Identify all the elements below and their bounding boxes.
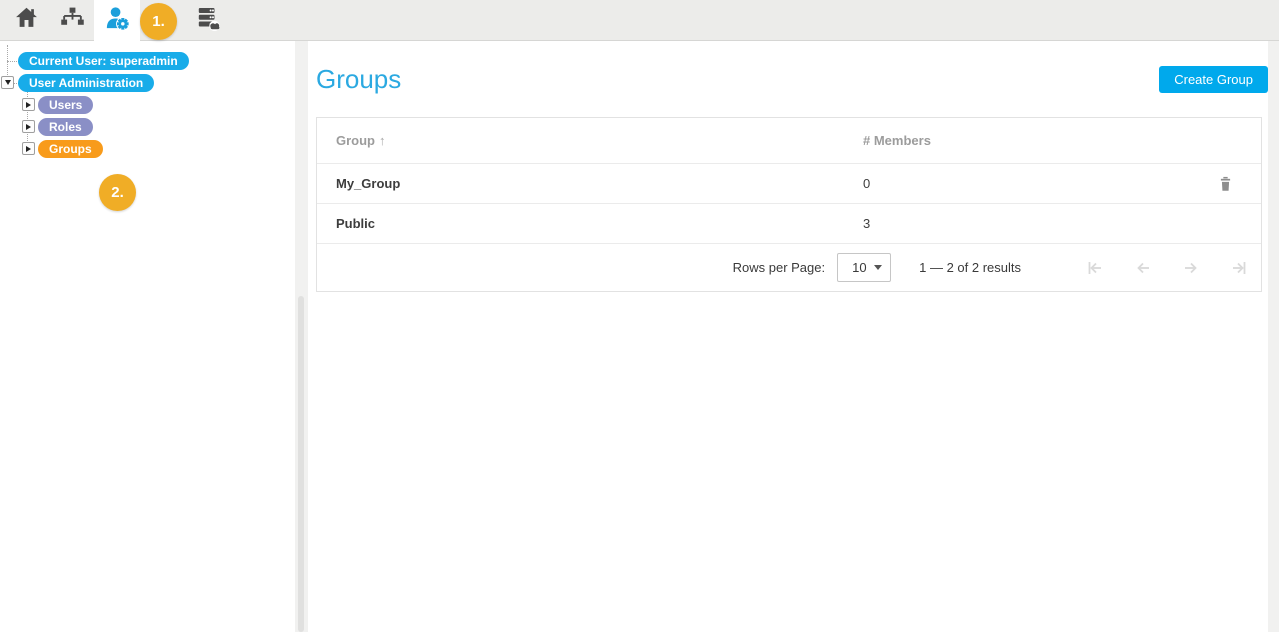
sidebar-tree: Current User: superadmin User Administra… xyxy=(0,41,295,632)
rows-per-page-value: 10 xyxy=(852,260,866,275)
members-count-cell: 3 xyxy=(863,216,1191,231)
main-content: Groups Create Group Group ↑ # Members My_… xyxy=(308,41,1268,632)
tree-node-users[interactable]: Users xyxy=(38,96,93,114)
annotation-step-1: 1. xyxy=(140,3,177,40)
rows-per-page-select[interactable]: 10 xyxy=(837,253,891,282)
pager-controls xyxy=(1057,258,1249,278)
next-page-button[interactable] xyxy=(1181,258,1201,278)
page-header: Groups Create Group xyxy=(316,64,1268,95)
group-name-cell: My_Group xyxy=(317,176,863,191)
expander-user-administration[interactable] xyxy=(1,76,14,89)
tree-node-user-administration[interactable]: User Administration xyxy=(18,74,154,92)
trash-icon xyxy=(1218,180,1233,195)
groups-label: Groups xyxy=(49,142,92,156)
first-page-button[interactable] xyxy=(1085,258,1105,278)
servers-cloud-icon xyxy=(195,5,221,36)
next-page-icon xyxy=(1181,266,1201,281)
chevron-right-icon xyxy=(26,124,31,130)
table-pagination-bar: Rows per Page: 10 1 — 2 of 2 results xyxy=(317,244,1261,291)
expander-users[interactable] xyxy=(22,98,35,111)
nav-home-button[interactable] xyxy=(4,0,48,40)
prev-page-button[interactable] xyxy=(1133,258,1153,278)
expander-groups[interactable] xyxy=(22,142,35,155)
page-title: Groups xyxy=(316,64,401,95)
rows-per-page-label: Rows per Page: xyxy=(733,260,826,275)
chevron-down-icon xyxy=(5,80,11,85)
sidebar-scrollbar-thumb[interactable] xyxy=(298,296,304,632)
chevron-right-icon xyxy=(26,146,31,152)
tree-node-groups[interactable]: Groups xyxy=(38,140,103,158)
chevron-right-icon xyxy=(26,102,31,108)
results-range-text: 1 — 2 of 2 results xyxy=(919,260,1021,275)
table-row[interactable]: Public 3 xyxy=(317,204,1261,244)
table-header-row: Group ↑ # Members xyxy=(317,118,1261,164)
roles-label: Roles xyxy=(49,120,82,134)
last-page-button[interactable] xyxy=(1229,258,1249,278)
first-page-icon xyxy=(1085,266,1105,281)
caret-down-icon xyxy=(874,265,882,270)
column-header-group[interactable]: Group ↑ xyxy=(317,133,863,148)
user-admin-icon xyxy=(103,4,132,38)
nav-hierarchy-button[interactable] xyxy=(50,0,94,40)
members-column-label: # Members xyxy=(863,133,931,148)
current-user-label: Current User: superadmin xyxy=(29,54,178,68)
nav-user-admin-button[interactable] xyxy=(94,0,140,41)
annotation-step-2-label: 2. xyxy=(111,184,124,201)
groups-table: Group ↑ # Members My_Group 0 xyxy=(316,117,1262,292)
sidebar-scrollbar-track[interactable] xyxy=(295,41,308,632)
last-page-icon xyxy=(1229,266,1249,281)
page-scrollbar-track[interactable] xyxy=(1268,41,1279,632)
group-column-label: Group xyxy=(336,133,375,148)
create-group-button[interactable]: Create Group xyxy=(1159,66,1268,93)
group-name-cell: Public xyxy=(317,216,863,231)
user-administration-label: User Administration xyxy=(29,76,143,90)
top-toolbar: 1. xyxy=(0,0,1279,41)
hierarchy-icon xyxy=(60,5,85,35)
home-icon xyxy=(14,5,39,35)
expander-roles[interactable] xyxy=(22,120,35,133)
table-row[interactable]: My_Group 0 xyxy=(317,164,1261,204)
column-header-members[interactable]: # Members xyxy=(863,133,1191,148)
sort-ascending-icon: ↑ xyxy=(379,133,386,148)
tree-node-roles[interactable]: Roles xyxy=(38,118,93,136)
users-label: Users xyxy=(49,98,82,112)
annotation-step-1-label: 1. xyxy=(152,13,165,30)
prev-page-icon xyxy=(1133,266,1153,281)
tree-node-current-user[interactable]: Current User: superadmin xyxy=(18,52,189,70)
nav-servers-button[interactable] xyxy=(186,0,230,40)
annotation-step-2: 2. xyxy=(99,174,136,211)
delete-group-button[interactable] xyxy=(1218,176,1233,192)
members-count-cell: 0 xyxy=(863,176,1191,191)
